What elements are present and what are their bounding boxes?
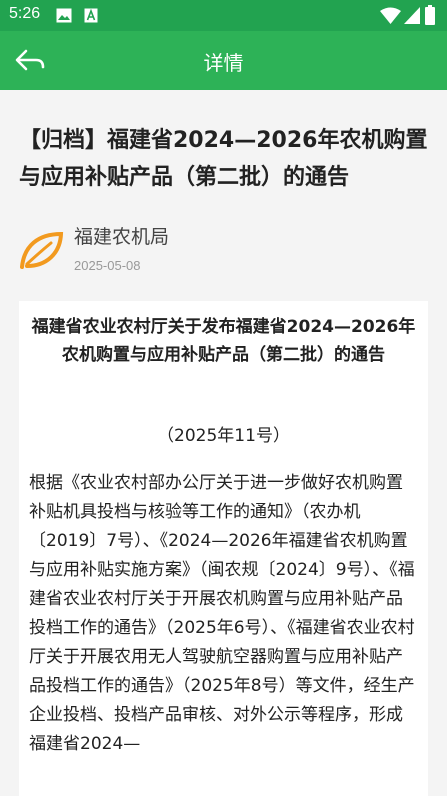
app-bar: 详情 [0, 31, 447, 90]
document-number: （2025年11号） [157, 426, 290, 446]
document-body: 根据《农业农村部办公厅关于进一步做好农机购置补贴机具投档与核验等工作的通知》（农… [29, 473, 415, 754]
document-title: 福建省农业农村厅关于发布福建省2024—2026年农机购置与应用补贴产品（第二批… [31, 317, 416, 365]
content-card: 福建省农业农村厅关于发布福建省2024—2026年农机购置与应用补贴产品（第二批… [19, 301, 428, 796]
image-notification-icon [56, 8, 72, 23]
text-notification-icon [84, 8, 98, 23]
wifi-icon [380, 7, 401, 24]
battery-icon [425, 5, 435, 25]
page-title: 详情 [203, 51, 244, 75]
status-bar: 5:26 [0, 0, 447, 31]
article-title: 【归档】福建省2024—2026年农机购置与应用补贴产品（第二批）的通告 [19, 128, 428, 190]
signal-icon [404, 7, 420, 24]
source-leaf-logo-icon [20, 231, 64, 269]
source-name[interactable]: 福建农机局 [74, 222, 169, 249]
status-time: 5:26 [9, 5, 41, 22]
publish-date: 2025-05-08 [74, 258, 141, 273]
